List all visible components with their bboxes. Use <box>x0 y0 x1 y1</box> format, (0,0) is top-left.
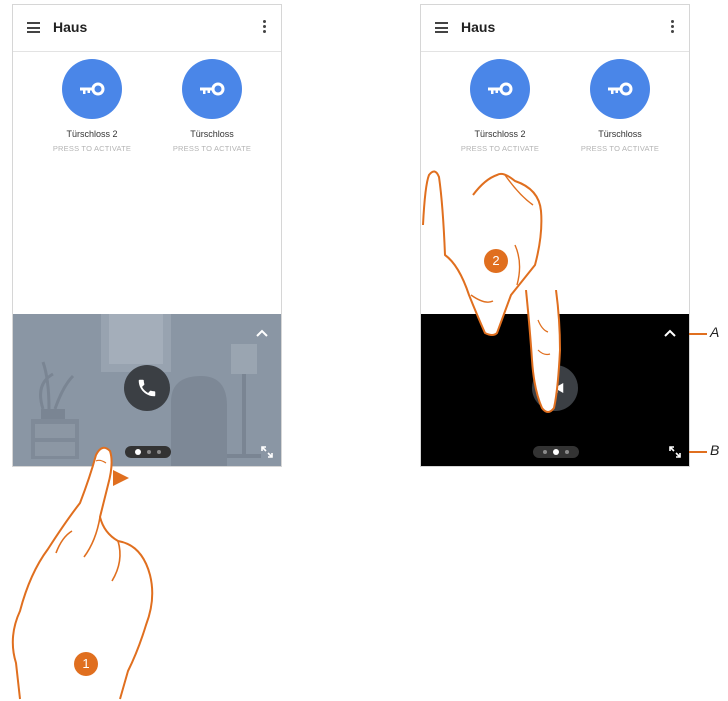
lock-status: PRESS TO ACTIVATE <box>460 144 540 153</box>
app-bar: Haus <box>421 5 689 52</box>
lock-item-2[interactable]: Türschloss PRESS TO ACTIVATE <box>565 59 675 153</box>
callout-label-a: A <box>710 324 720 340</box>
step-badge-1: 1 <box>74 652 98 676</box>
callout-line-a <box>689 333 707 335</box>
lock-item-1[interactable]: Türschloss 2 PRESS TO ACTIVATE <box>445 59 555 153</box>
step-badge-2: 2 <box>484 249 508 273</box>
lock-button[interactable] <box>182 59 242 119</box>
lock-status: PRESS TO ACTIVATE <box>52 144 132 153</box>
key-icon <box>80 82 105 96</box>
app-title: Haus <box>53 19 88 35</box>
phone-icon <box>138 379 156 397</box>
app-title: Haus <box>461 19 496 35</box>
lock-name: Türschloss <box>190 129 234 139</box>
page-dot <box>565 450 569 454</box>
lock-button[interactable] <box>590 59 650 119</box>
swipe-arrow-icon <box>113 470 129 486</box>
expand-icon[interactable] <box>261 446 273 458</box>
page-dot <box>543 450 547 454</box>
app-bar: Haus <box>13 5 281 52</box>
more-options-icon[interactable] <box>671 20 675 35</box>
lock-button[interactable] <box>470 59 530 119</box>
chevron-up-icon[interactable] <box>663 328 677 338</box>
key-icon <box>488 82 513 96</box>
menu-icon[interactable] <box>27 22 40 33</box>
menu-icon[interactable] <box>435 22 448 33</box>
lock-item-2[interactable]: Türschloss PRESS TO ACTIVATE <box>157 59 267 153</box>
expand-icon[interactable] <box>669 446 681 458</box>
callout-line-b <box>689 451 707 453</box>
lock-name: Türschloss 2 <box>474 129 526 139</box>
lock-name: Türschloss 2 <box>66 129 118 139</box>
lock-status: PRESS TO ACTIVATE <box>172 144 252 153</box>
callout-label-b: B <box>710 442 720 458</box>
page-indicator[interactable] <box>533 446 579 458</box>
chevron-up-icon[interactable] <box>255 328 269 338</box>
lock-item-1[interactable]: Türschloss 2 PRESS TO ACTIVATE <box>37 59 147 153</box>
more-options-icon[interactable] <box>263 20 267 35</box>
key-icon <box>200 82 225 96</box>
key-icon <box>608 82 633 96</box>
page-dot-active <box>553 449 559 455</box>
phone-screen-1: Haus Türschloss 2 PRESS TO ACTIVATE Türs… <box>12 4 282 467</box>
lock-name: Türschloss <box>598 129 642 139</box>
answer-call-button[interactable] <box>124 365 170 411</box>
lock-button[interactable] <box>62 59 122 119</box>
lock-status: PRESS TO ACTIVATE <box>580 144 660 153</box>
hand-tap-finger <box>525 290 561 413</box>
